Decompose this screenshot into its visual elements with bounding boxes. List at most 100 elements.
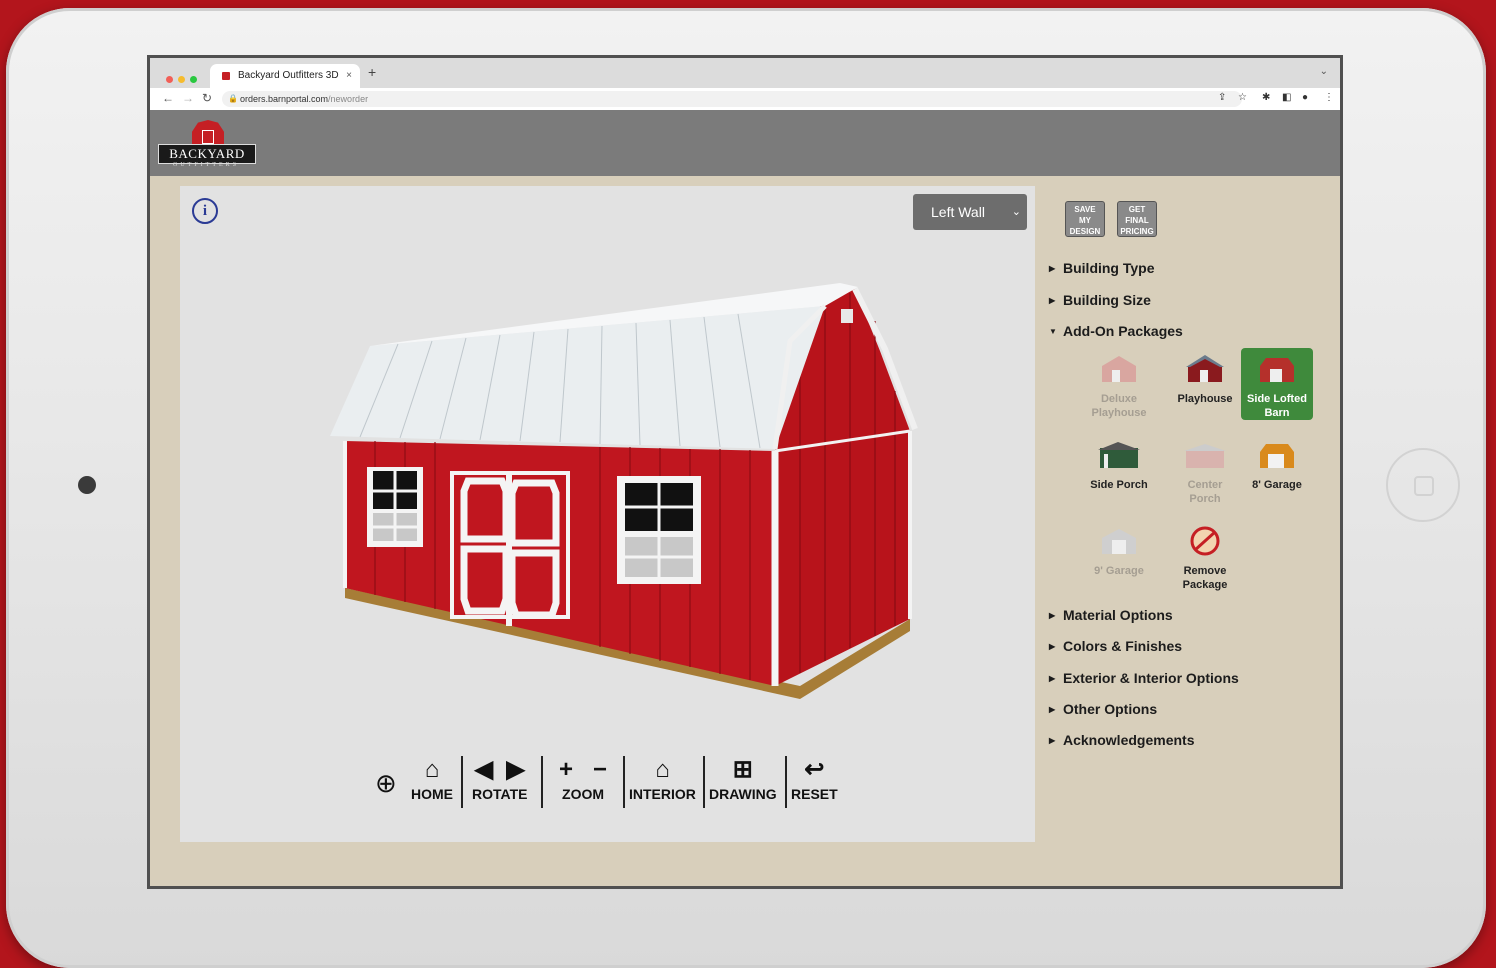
move-crosshair-icon[interactable]: ⊕ — [375, 768, 397, 799]
forward-arrow-icon[interactable]: → — [182, 91, 194, 105]
zoom-icons: + − — [559, 754, 607, 786]
tab-strip: Backyard Outfitters 3D × + ⌄ — [150, 58, 1340, 88]
tablet-home-button[interactable] — [1386, 448, 1460, 522]
minimize-window-dot[interactable] — [178, 76, 185, 83]
sidebar-toggle-icon[interactable]: ◧ — [1282, 92, 1291, 103]
app-header: BACKYARD OUTFITTERS — [150, 110, 1340, 176]
interior-icon: ⌂ — [655, 756, 670, 783]
save-design-line-3: DESIGN — [1069, 227, 1101, 236]
package-label: Side Porch — [1090, 479, 1148, 491]
back-arrow-icon[interactable]: ← — [162, 91, 174, 105]
barn-logo-icon — [192, 120, 224, 146]
caret-right-icon: ▶ — [1049, 674, 1056, 683]
caret-right-icon: ▶ — [1049, 705, 1056, 714]
garage-9-icon — [1102, 529, 1136, 554]
accordion-label: Acknowledgements — [1063, 732, 1195, 748]
pricing-line-2: FINAL — [1125, 216, 1149, 225]
package-label: 8' Garage — [1252, 479, 1302, 491]
interior-label: INTERIOR — [629, 786, 696, 802]
zoom-button[interactable]: + − ZOOM — [559, 754, 607, 802]
package-label: Porch — [1189, 493, 1221, 505]
accordion-exterior-interior[interactable]: ▶ Exterior & Interior Options — [1049, 670, 1239, 686]
interior-button[interactable]: ⌂ INTERIOR — [629, 754, 696, 802]
package-label: Playhouse — [1177, 393, 1233, 405]
package-9-garage[interactable]: 9' Garage — [1083, 520, 1155, 592]
pricing-line-3: PRICING — [1120, 227, 1154, 236]
accordion-colors-finishes[interactable]: ▶ Colors & Finishes — [1049, 638, 1182, 654]
remove-package-icon — [1190, 526, 1220, 556]
zoom-out-icon[interactable]: − — [593, 756, 607, 783]
rotate-right-icon[interactable]: ▶ — [506, 756, 524, 783]
package-label: Deluxe — [1100, 393, 1138, 405]
new-tab-button[interactable]: + — [368, 64, 376, 80]
package-remove-package[interactable]: Remove Package — [1169, 520, 1241, 592]
garage-8-icon — [1260, 444, 1294, 468]
profile-avatar-icon[interactable]: ● — [1302, 92, 1308, 103]
accordion-label: Building Size — [1063, 292, 1151, 308]
lock-icon: 🔒 — [228, 94, 238, 103]
save-design-button[interactable]: SAVE MY DESIGN — [1065, 201, 1105, 237]
accordion-add-on-packages[interactable]: ▼ Add-On Packages — [1049, 323, 1183, 339]
accordion-label: Colors & Finishes — [1063, 638, 1183, 654]
accordion-building-type[interactable]: ▶ Building Type — [1049, 260, 1155, 276]
3d-viewer[interactable]: i Left Wall ⌄ ⊕ ⌂ HOME ◀ ▶ ROTATE + − ZO… — [180, 186, 1035, 842]
home-button[interactable]: ⌂ HOME — [411, 754, 453, 802]
accordion-material-options[interactable]: ▶ Material Options — [1049, 607, 1173, 623]
backyard-outfitters-logo[interactable]: BACKYARD OUTFITTERS — [158, 118, 258, 170]
info-icon[interactable]: i — [192, 198, 218, 224]
package-side-porch[interactable]: Side Porch — [1083, 434, 1155, 506]
tab-search-chevron-icon[interactable]: ⌄ — [1320, 66, 1328, 77]
view-select[interactable]: Left Wall ⌄ — [913, 194, 1027, 230]
accordion-label: Other Options — [1063, 701, 1158, 717]
url-field[interactable]: 🔒 orders.barnportal.com/neworder — [222, 91, 1242, 107]
floorplan-icon: ⊞ — [732, 756, 753, 783]
reload-icon[interactable]: ↻ — [202, 91, 212, 105]
close-window-dot[interactable] — [166, 76, 173, 83]
shed-3d-model[interactable] — [320, 281, 930, 711]
share-icon[interactable]: ⇪ — [1218, 92, 1226, 103]
chevron-down-icon: ⌄ — [1011, 206, 1021, 218]
url-host: orders.barnportal.com — [240, 94, 329, 104]
options-sidebar: SAVE MY DESIGN GET FINAL PRICING ▶ Buildi… — [1035, 186, 1340, 866]
package-8-garage[interactable]: 8' Garage — [1241, 434, 1313, 506]
pricing-line-1: GET — [1128, 205, 1146, 214]
package-playhouse[interactable]: Playhouse — [1169, 348, 1241, 420]
get-final-pricing-button[interactable]: GET FINAL PRICING — [1117, 201, 1157, 237]
toolbar-divider — [623, 756, 625, 808]
tab-title: Backyard Outfitters 3D — [238, 70, 339, 81]
rotate-button[interactable]: ◀ ▶ ROTATE — [472, 754, 527, 802]
caret-right-icon: ▶ — [1049, 296, 1056, 305]
accordion-acknowledgements[interactable]: ▶ Acknowledgements — [1049, 732, 1194, 748]
package-label: 9' Garage — [1094, 565, 1144, 577]
package-deluxe-playhouse[interactable]: Deluxe Playhouse — [1083, 348, 1155, 420]
accordion-building-size[interactable]: ▶ Building Size — [1049, 292, 1151, 308]
drawing-button[interactable]: ⊞ DRAWING — [709, 754, 777, 802]
browser-menu-icon[interactable]: ⋮ — [1324, 92, 1334, 103]
side-porch-icon — [1098, 442, 1140, 468]
accordion-label: Exterior & Interior Options — [1063, 670, 1239, 686]
package-label: Side Lofted — [1247, 393, 1307, 405]
tablet-camera — [78, 476, 96, 494]
reset-label: RESET — [791, 786, 838, 802]
package-center-porch[interactable]: Center Porch — [1169, 434, 1241, 506]
view-select-value: Left Wall — [931, 204, 985, 220]
bookmark-star-icon[interactable]: ☆ — [1238, 92, 1247, 103]
caret-right-icon: ▶ — [1049, 264, 1056, 273]
tab-close-icon[interactable]: × — [346, 64, 352, 88]
browser-tab[interactable]: Backyard Outfitters 3D × — [210, 64, 360, 88]
reset-button[interactable]: ↩ RESET — [791, 754, 838, 802]
package-label: Playhouse — [1091, 407, 1147, 419]
zoom-in-icon[interactable]: + — [559, 756, 573, 783]
maximize-window-dot[interactable] — [190, 76, 197, 83]
favicon-icon — [222, 72, 230, 80]
accordion-other-options[interactable]: ▶ Other Options — [1049, 701, 1157, 717]
extensions-puzzle-icon[interactable]: ✱ — [1262, 92, 1270, 103]
rotate-arrows-icon: ◀ ▶ — [472, 754, 527, 786]
drawing-label: DRAWING — [709, 786, 777, 802]
rotate-label: ROTATE — [472, 786, 528, 802]
package-side-lofted-barn[interactable]: Side Lofted Barn — [1241, 348, 1313, 420]
toolbar-divider — [541, 756, 543, 808]
rotate-left-icon[interactable]: ◀ — [475, 756, 493, 783]
accordion-label: Add-On Packages — [1063, 323, 1183, 339]
logo-subtitle: OUTFITTERS — [173, 162, 239, 168]
